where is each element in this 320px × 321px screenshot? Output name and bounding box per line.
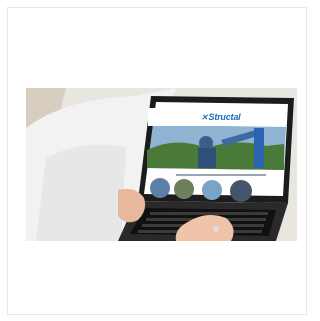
brand-text: Structal: [208, 112, 241, 122]
structal-logo: ✕Structal: [201, 112, 241, 122]
logo-mark-icon: ✕: [201, 113, 208, 122]
